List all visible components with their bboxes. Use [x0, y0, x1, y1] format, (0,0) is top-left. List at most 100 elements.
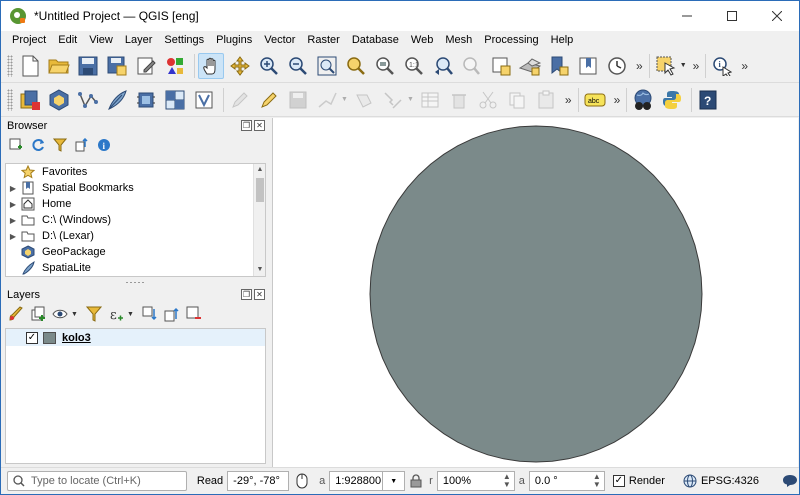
scroll-up-icon[interactable]: ▲	[254, 164, 265, 176]
zoom-full-button[interactable]	[314, 53, 340, 79]
modify-attributes-button[interactable]	[380, 87, 406, 113]
zoom-to-layer-button[interactable]	[372, 53, 398, 79]
layer-visibility-checkbox[interactable]: ✓	[26, 331, 38, 344]
open-project-button[interactable]	[46, 53, 72, 79]
toolbar-grip[interactable]	[7, 88, 13, 111]
spinner-icon[interactable]: ▲ ▼	[502, 473, 512, 489]
menu-processing[interactable]: Processing	[478, 31, 544, 49]
toolbar-overflow-chevron[interactable]: »	[565, 93, 572, 107]
map-themes-dropdown-arrow[interactable]: ▼	[71, 311, 78, 318]
new-map-view-button[interactable]	[488, 53, 514, 79]
menu-web[interactable]: Web	[405, 31, 439, 49]
delete-selected-button[interactable]	[446, 87, 472, 113]
layer-item-kolo3[interactable]: ✓ kolo3	[6, 329, 265, 346]
menu-project[interactable]: Project	[6, 31, 52, 49]
new-bookmark-button[interactable]	[546, 53, 572, 79]
toolbar-overflow-chevron[interactable]: »	[614, 93, 621, 107]
menu-edit[interactable]: Edit	[52, 31, 83, 49]
map-canvas[interactable]	[272, 118, 798, 467]
style-manager-button[interactable]	[162, 53, 188, 79]
menu-view[interactable]: View	[83, 31, 119, 49]
new-temporary-layer-button[interactable]	[191, 87, 217, 113]
temporal-controller-button[interactable]	[604, 53, 630, 79]
label-toolbar-button[interactable]: abc	[582, 87, 608, 113]
properties-button[interactable]: i	[95, 136, 113, 154]
render-checkbox[interactable]: ✓	[612, 475, 625, 487]
edit-tools-dropdown-arrow[interactable]: ▼	[407, 96, 414, 103]
zoom-in-button[interactable]	[256, 53, 282, 79]
select-features-button[interactable]	[653, 53, 679, 79]
lock-scale-button[interactable]	[407, 472, 425, 490]
expand-arrow-icon[interactable]: ▶	[6, 200, 20, 209]
filter-legend-button[interactable]	[85, 305, 103, 323]
add-group-button[interactable]	[29, 305, 47, 323]
paste-features-button[interactable]	[533, 87, 559, 113]
tree-item-favorites[interactable]: Favorites	[6, 164, 265, 180]
cut-features-button[interactable]	[475, 87, 501, 113]
filter-by-expression-button[interactable]: ε	[107, 305, 125, 323]
menu-help[interactable]: Help	[545, 31, 580, 49]
minimize-button[interactable]	[664, 1, 709, 31]
add-selected-layers-button[interactable]	[7, 136, 25, 154]
panel-splitter[interactable]	[1, 279, 269, 287]
float-panel-button[interactable]: ❐	[241, 120, 252, 131]
metasearch-button[interactable]	[630, 87, 656, 113]
menu-mesh[interactable]: Mesh	[439, 31, 478, 49]
data-source-manager-button[interactable]	[17, 87, 43, 113]
collapse-all-layers-button[interactable]	[163, 305, 181, 323]
toolbar-overflow-chevron[interactable]: »	[741, 59, 748, 73]
new-spatialite-layer-button[interactable]	[104, 87, 130, 113]
digitize-dropdown-arrow[interactable]: ▼	[341, 96, 348, 103]
spinner-icon[interactable]: ▲ ▼	[592, 473, 602, 489]
zoom-last-button[interactable]	[430, 53, 456, 79]
messages-button[interactable]	[781, 472, 799, 490]
zoom-to-selection-button[interactable]	[343, 53, 369, 79]
new-shapefile-layer-button[interactable]	[75, 87, 101, 113]
tree-item-home[interactable]: ▶ Home	[6, 196, 265, 212]
manage-map-themes-button[interactable]	[51, 305, 69, 323]
attribute-table-button[interactable]	[417, 87, 443, 113]
scroll-down-icon[interactable]: ▼	[254, 264, 265, 276]
new-3d-view-button[interactable]	[517, 53, 543, 79]
filter-browser-button[interactable]	[51, 136, 69, 154]
expand-arrow-icon[interactable]: ▶	[6, 232, 20, 241]
zoom-next-button[interactable]	[459, 53, 485, 79]
new-virtual-layer-button[interactable]	[133, 87, 159, 113]
tree-item-spatial-bookmarks[interactable]: ▶ Spatial Bookmarks	[6, 180, 265, 196]
expand-arrow-icon[interactable]: ▶	[6, 184, 20, 193]
crs-label[interactable]: EPSG:4326	[701, 475, 759, 487]
save-project-button[interactable]	[75, 53, 101, 79]
toolbar-grip[interactable]	[7, 54, 13, 77]
print-layout-button[interactable]	[133, 53, 159, 79]
scale-field[interactable]: 1:928800	[329, 471, 384, 491]
pan-map-button[interactable]	[198, 52, 224, 79]
new-mesh-layer-button[interactable]	[162, 87, 188, 113]
digitize-line-button[interactable]	[314, 87, 340, 113]
expression-dropdown-arrow[interactable]: ▼	[127, 311, 134, 318]
magnifier-field[interactable]: 100% ▲ ▼	[436, 471, 515, 491]
menu-settings[interactable]: Settings	[158, 31, 210, 49]
save-edits-button[interactable]	[285, 87, 311, 113]
crs-button[interactable]	[681, 472, 699, 490]
tree-item-geopackage[interactable]: GeoPackage	[6, 244, 265, 260]
identify-features-button[interactable]: i	[709, 53, 735, 79]
menu-vector[interactable]: Vector	[258, 31, 301, 49]
pan-to-selection-button[interactable]	[227, 53, 253, 79]
menu-database[interactable]: Database	[346, 31, 405, 49]
current-edits-button[interactable]	[227, 87, 253, 113]
tree-item-drive-c[interactable]: ▶ C:\ (Windows)	[6, 212, 265, 228]
scale-dropdown[interactable]: ▼	[383, 471, 406, 491]
close-panel-button[interactable]: ✕	[254, 289, 265, 300]
python-console-button[interactable]	[659, 87, 685, 113]
toolbar-overflow-chevron[interactable]: »	[636, 59, 643, 73]
show-bookmarks-button[interactable]	[575, 53, 601, 79]
select-dropdown-arrow[interactable]: ▼	[680, 62, 687, 69]
close-panel-button[interactable]: ✕	[254, 120, 265, 131]
expand-arrow-icon[interactable]: ▶	[6, 216, 20, 225]
refresh-button[interactable]	[29, 136, 47, 154]
help-contents-button[interactable]: ?	[695, 87, 721, 113]
rotation-field[interactable]: 0.0 ° ▲ ▼	[528, 471, 605, 491]
locator-search-input[interactable]: Type to locate (Ctrl+K)	[7, 471, 187, 491]
tree-item-spatialite[interactable]: SpatiaLite	[6, 260, 265, 276]
copy-features-button[interactable]	[504, 87, 530, 113]
